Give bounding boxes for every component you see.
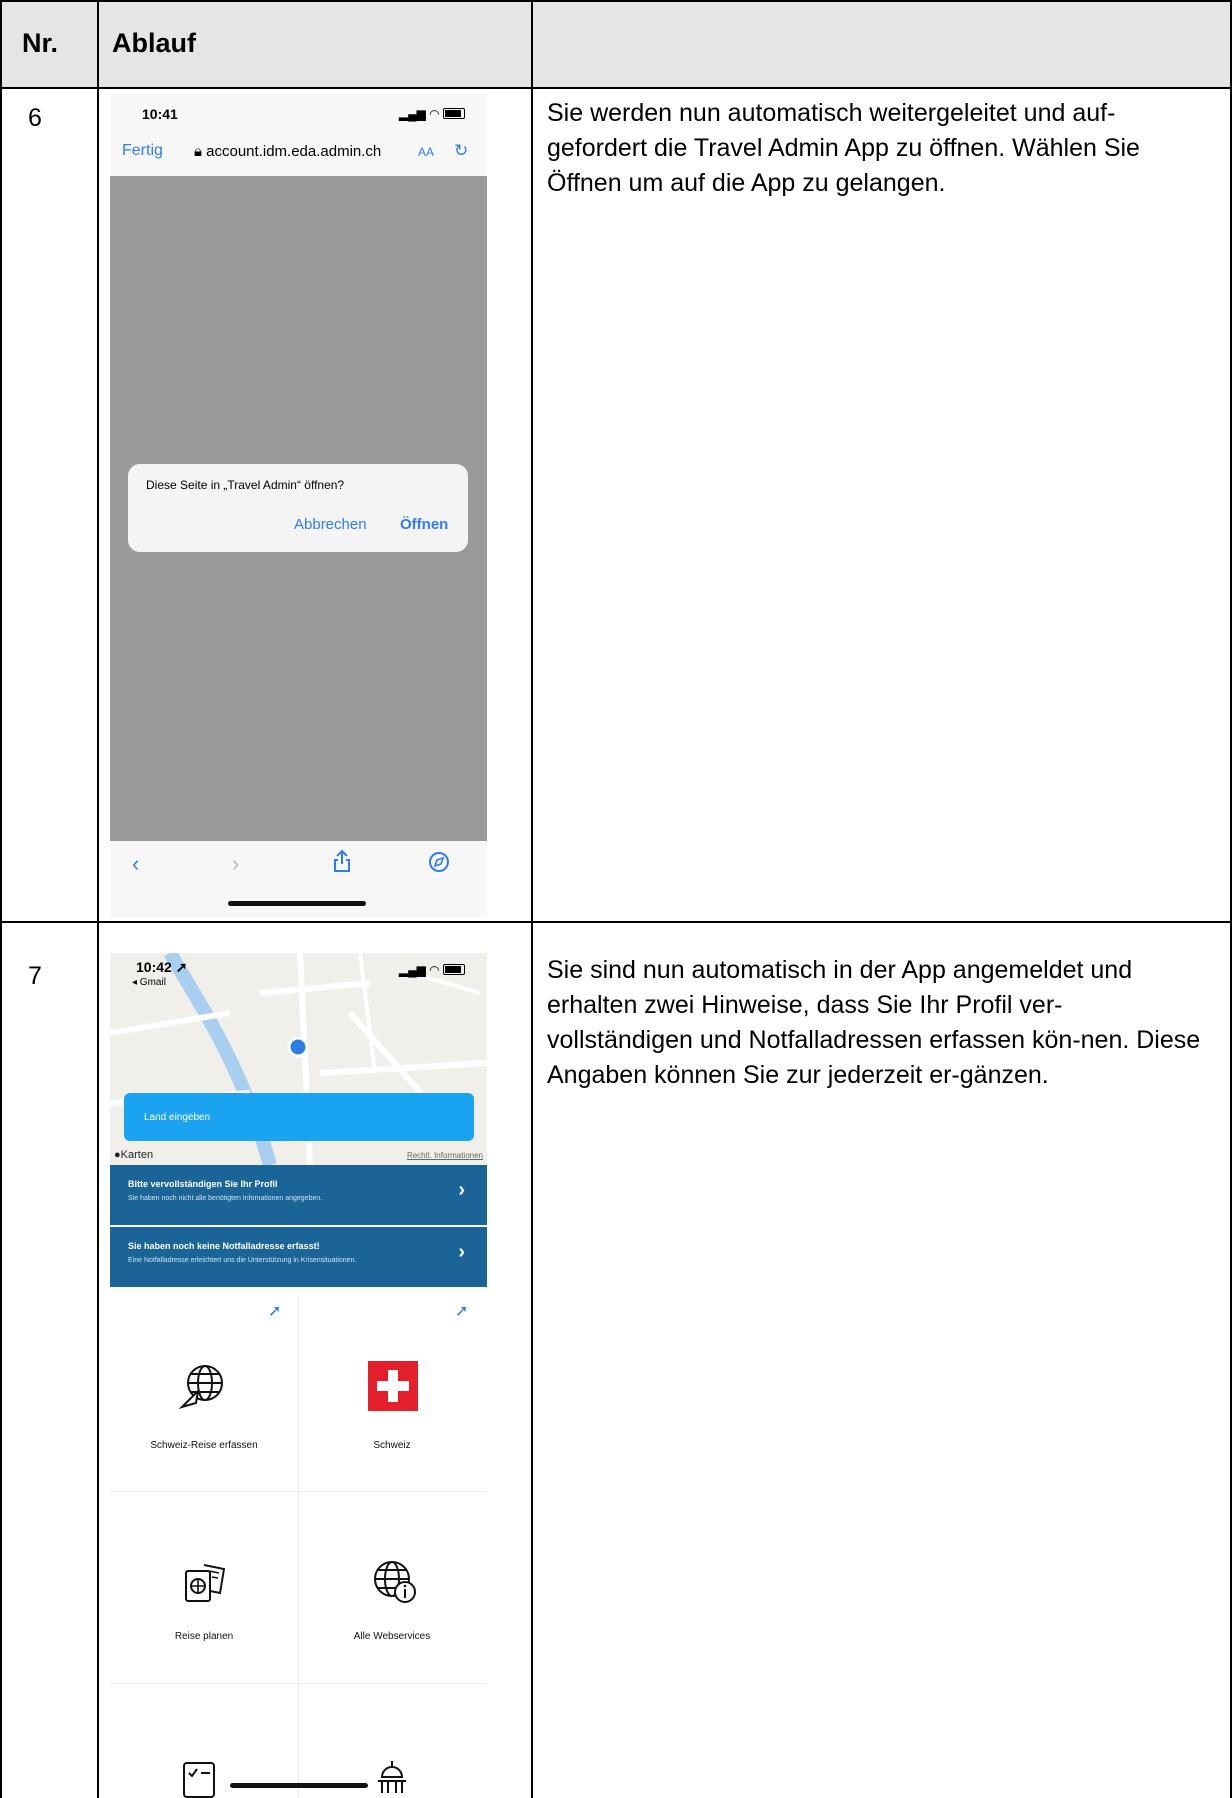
tile-divider <box>110 1683 487 1684</box>
signal-icon: ▂▄▆ <box>398 963 426 977</box>
status-icons: ▂▄▆ ◠ <box>399 107 465 121</box>
table-border <box>0 0 2 1798</box>
open-app-dialog: Diese Seite in „Travel Admin“ öffnen? Ab… <box>128 464 468 552</box>
apple-icon: ● <box>114 1149 121 1161</box>
status-time: 10:42 ➚ <box>136 959 188 975</box>
cancel-button[interactable]: Abbrechen <box>294 516 367 533</box>
home-indicator <box>230 1783 368 1788</box>
reload-icon[interactable]: ↻ <box>454 141 468 161</box>
header-nr: Nr. <box>22 28 59 58</box>
open-button[interactable]: Öffnen <box>400 516 448 533</box>
profile-banner[interactable]: Bitte vervollständigen Sie Ihr Profil Si… <box>110 1165 487 1225</box>
lock-icon: 🔒︎ <box>194 143 202 160</box>
banner-subtitle: Eine Notfalladresse erleichtert uns die … <box>128 1257 357 1264</box>
tile-label: Schweiz-Reise erfassen <box>150 1440 258 1451</box>
forward-icon[interactable]: › <box>232 851 239 877</box>
tile-label: Alle Webservices <box>353 1631 431 1642</box>
battery-icon <box>443 964 465 975</box>
url-text: account.idm.eda.admin.ch <box>206 143 382 160</box>
emergency-address-banner[interactable]: Sie haben noch keine Notfalladresse erfa… <box>110 1227 487 1287</box>
header-ablauf: Ablauf <box>112 28 196 58</box>
row-number: 7 <box>28 962 42 990</box>
row-number: 6 <box>28 104 42 132</box>
compass-icon[interactable] <box>428 851 450 879</box>
map-view[interactable]: 10:42 ➚ ◂ Gmail ▂▄▆ ◠ Land eingeben ●Kar… <box>110 953 487 1165</box>
embassy-icon[interactable] <box>372 1757 412 1798</box>
table-border <box>97 0 99 1798</box>
country-input[interactable]: Land eingeben <box>124 1093 474 1141</box>
tile-label: Schweiz <box>373 1440 411 1451</box>
share-icon[interactable] <box>332 849 352 879</box>
status-time: 10:41 <box>142 106 178 122</box>
back-to-app[interactable]: ◂ Gmail <box>132 977 166 988</box>
signal-icon: ▂▄▆ <box>398 107 426 121</box>
tile-divider <box>298 1295 299 1798</box>
wifi-icon: ◠ <box>429 963 440 977</box>
address-bar[interactable]: 🔒︎ account.idm.eda.admin.ch <box>194 143 381 160</box>
location-arrow-icon: ➚ <box>268 1303 282 1320</box>
country-input-placeholder: Land eingeben <box>144 1112 211 1123</box>
row-description: Sie werden nun automatisch weitergeleite… <box>547 99 1140 197</box>
safari-bottom-bar: ‹ › <box>110 841 487 917</box>
battery-icon <box>443 108 465 119</box>
wifi-icon: ◠ <box>429 107 440 121</box>
table-border <box>0 921 1232 923</box>
table-border <box>0 87 1232 89</box>
done-button[interactable]: Fertig <box>122 142 163 160</box>
legal-info-link[interactable]: Rechtl. Informationen <box>407 1151 483 1160</box>
table-border <box>0 0 1232 2</box>
tile-divider <box>110 1491 487 1492</box>
checklist-icon[interactable] <box>180 1759 220 1798</box>
safari-toolbar: 10:41 ▂▄▆ ◠ Fertig 🔒︎ account.idm.eda.ad… <box>110 94 487 176</box>
app-screenshot: 10:42 ➚ ◂ Gmail ▂▄▆ ◠ Land eingeben ●Kar… <box>110 953 487 1798</box>
banner-title: Bitte vervollständigen Sie Ihr Profil <box>128 1179 278 1189</box>
swiss-flag-icon[interactable] <box>368 1361 418 1416</box>
passport-ticket-icon[interactable] <box>182 1559 228 1610</box>
back-icon[interactable]: ‹ <box>132 851 139 877</box>
tile-label: Reise planen <box>174 1631 234 1642</box>
location-arrow-icon: ➚ <box>175 959 188 975</box>
row-description: Sie sind nun automatisch in der App ange… <box>547 956 1201 1089</box>
location-arrow-icon: ➚ <box>455 1303 469 1320</box>
home-indicator <box>228 901 366 906</box>
chevron-right-icon: › <box>458 1241 465 1263</box>
text-size-button[interactable]: AA <box>418 145 434 159</box>
banner-title: Sie haben noch keine Notfalladresse erfa… <box>128 1241 320 1251</box>
status-icons: ▂▄▆ ◠ <box>399 963 465 977</box>
table-border <box>531 0 533 1798</box>
banner-subtitle: Sie haben noch nicht alle benötigten Inf… <box>128 1195 323 1202</box>
dialog-title: Diese Seite in „Travel Admin“ öffnen? <box>146 478 345 492</box>
globe-plane-icon[interactable] <box>178 1361 228 1416</box>
globe-info-icon[interactable] <box>370 1557 418 1610</box>
chevron-right-icon: › <box>458 1179 465 1201</box>
safari-screenshot: 10:41 ▂▄▆ ◠ Fertig 🔒︎ account.idm.eda.ad… <box>110 94 487 917</box>
maps-logo: ●Karten <box>114 1149 154 1161</box>
